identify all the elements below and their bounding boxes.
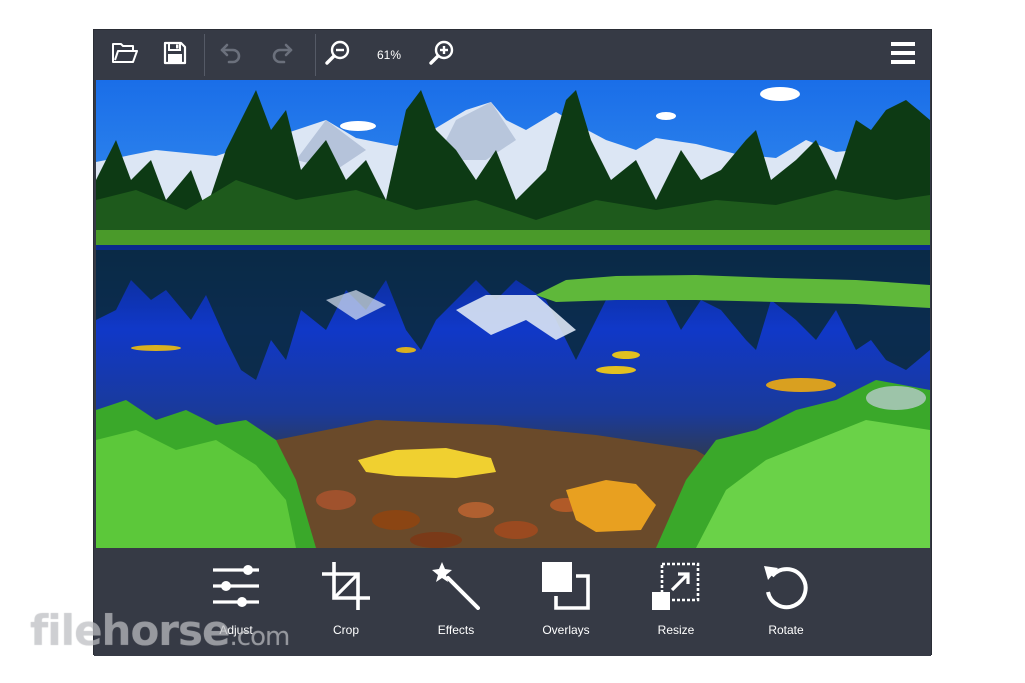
zoom-in-button[interactable]: [424, 37, 460, 73]
redo-button[interactable]: [264, 37, 300, 73]
save-button[interactable]: [157, 37, 193, 73]
overlays-tool-button[interactable]: Overlays: [521, 562, 611, 652]
rotate-icon: [762, 562, 810, 610]
crop-label: Crop: [332, 623, 359, 637]
sliders-icon: [212, 562, 260, 610]
toolbar-divider: [315, 34, 316, 76]
watermark-tld: .com: [229, 622, 291, 652]
rotate-label: Rotate: [768, 623, 804, 637]
zoom-level-display: 61%: [376, 48, 402, 62]
save-icon: [163, 41, 187, 70]
menu-button[interactable]: [885, 37, 921, 73]
filehorse-watermark: filehorse.com: [30, 606, 291, 656]
redo-icon: [270, 41, 294, 70]
top-toolbar: 61%: [94, 30, 931, 80]
watermark-text: filehorse: [30, 606, 231, 655]
resize-icon: [652, 562, 700, 610]
zoom-in-icon: [429, 40, 455, 71]
resize-label: Resize: [657, 623, 695, 637]
overlays-label: Overlays: [542, 623, 590, 637]
undo-icon: [219, 41, 243, 70]
resize-tool-button[interactable]: Resize: [631, 562, 721, 652]
folder-open-icon: [111, 41, 139, 70]
photo-editor-window: 61% Adjust Crop Effects Overlays Resize …: [93, 29, 932, 656]
toolbar-divider: [204, 34, 205, 76]
effects-label: Effects: [437, 623, 475, 637]
overlays-icon: [542, 562, 590, 610]
crop-tool-button[interactable]: Crop: [301, 562, 391, 652]
effects-tool-button[interactable]: Effects: [411, 562, 501, 652]
zoom-out-button[interactable]: [320, 37, 356, 73]
landscape-photo: [96, 80, 930, 548]
hamburger-menu-icon: [891, 41, 915, 70]
magic-wand-icon: [432, 562, 480, 610]
crop-icon: [322, 562, 370, 610]
photo-canvas[interactable]: [96, 80, 930, 548]
rotate-tool-button[interactable]: Rotate: [741, 562, 831, 652]
undo-button[interactable]: [213, 37, 249, 73]
open-button[interactable]: [107, 37, 143, 73]
zoom-out-icon: [325, 40, 351, 71]
